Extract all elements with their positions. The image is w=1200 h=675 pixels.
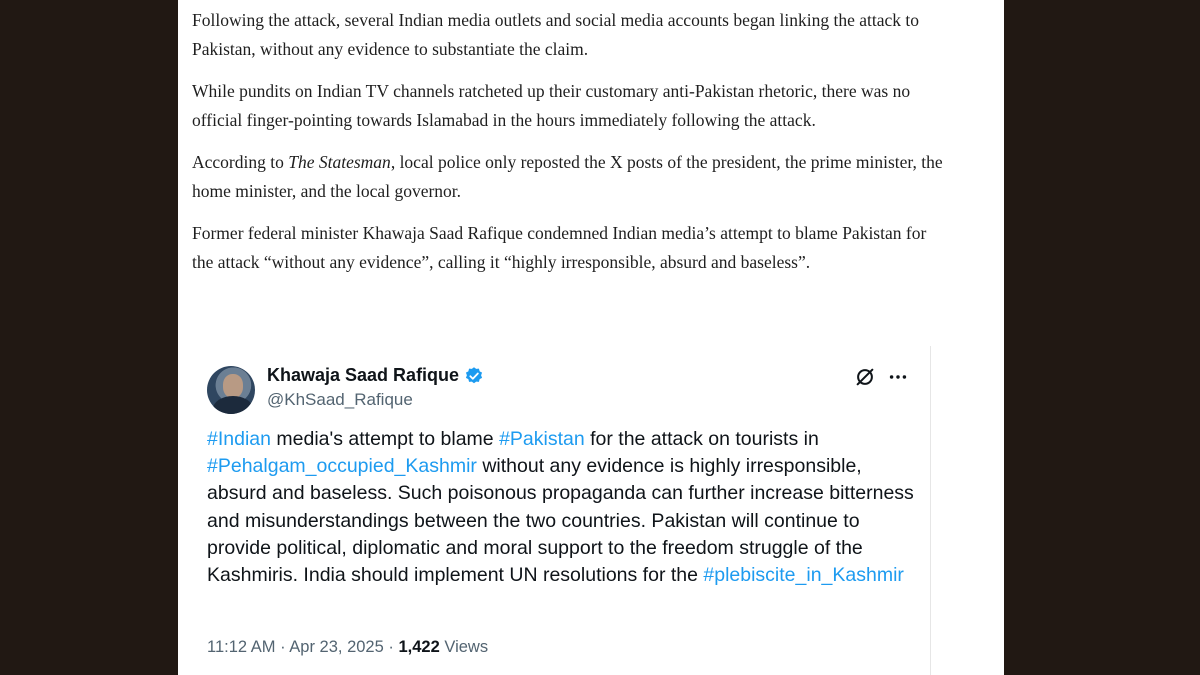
article-paragraph-2: While pundits on Indian TV channels ratc… — [192, 81, 911, 130]
author-display-name[interactable]: Khawaja Saad Rafique — [267, 365, 459, 386]
source-name: The Statesman — [288, 152, 391, 172]
views-label: Views — [444, 638, 489, 656]
hashtag-pehalgam-occupied-kashmir[interactable]: #Pehalgam_occupied_Kashmir — [207, 455, 477, 477]
avatar-body — [213, 396, 253, 414]
tweet-meta: 11:12 AM · Apr 23, 2025 · 1,422 Views — [207, 638, 488, 657]
paragraph-3-lead: According to — [192, 152, 289, 172]
more-options-icon[interactable] — [887, 366, 909, 388]
tweet-text-segment: media's attempt to blame — [270, 428, 500, 450]
author-handle[interactable]: @KhSaad_Rafique — [267, 390, 413, 410]
article-paragraph-1: Following the attack, several Indian med… — [192, 10, 920, 59]
hashtag-indian[interactable]: #Indian — [207, 428, 271, 450]
tweet-text: #Indian media's attempt to blame #Pakist… — [207, 426, 917, 589]
article-page: Following the attack, several Indian med… — [178, 0, 1004, 675]
article-body: Following the attack, several Indian med… — [192, 6, 952, 290]
hashtag-plebiscite-in-kashmir[interactable]: #plebiscite_in_Kashmir — [703, 564, 904, 586]
meta-separator: · — [388, 638, 394, 656]
tweet-time[interactable]: 11:12 AM — [207, 638, 276, 656]
tweet-author-row: Khawaja Saad Rafique — [267, 365, 484, 386]
article-paragraph-4: Former federal minister Khawaja Saad Raf… — [192, 223, 927, 272]
hashtag-pakistan[interactable]: #Pakistan — [499, 428, 585, 450]
views-count: 1,422 — [398, 638, 440, 656]
avatar-face — [223, 374, 243, 398]
meta-separator: · — [280, 638, 286, 656]
verified-badge-icon — [465, 366, 483, 383]
article-paragraph-3: According to The Statesman, local police… — [192, 148, 952, 205]
tweet-text-segment: for the attack on tourists in — [584, 428, 819, 450]
grok-icon[interactable] — [854, 366, 876, 388]
embedded-tweet[interactable]: Khawaja Saad Rafique @KhSaad_Rafique #In… — [178, 346, 931, 675]
tweet-date[interactable]: Apr 23, 2025 — [289, 638, 384, 656]
avatar[interactable] — [207, 366, 255, 414]
